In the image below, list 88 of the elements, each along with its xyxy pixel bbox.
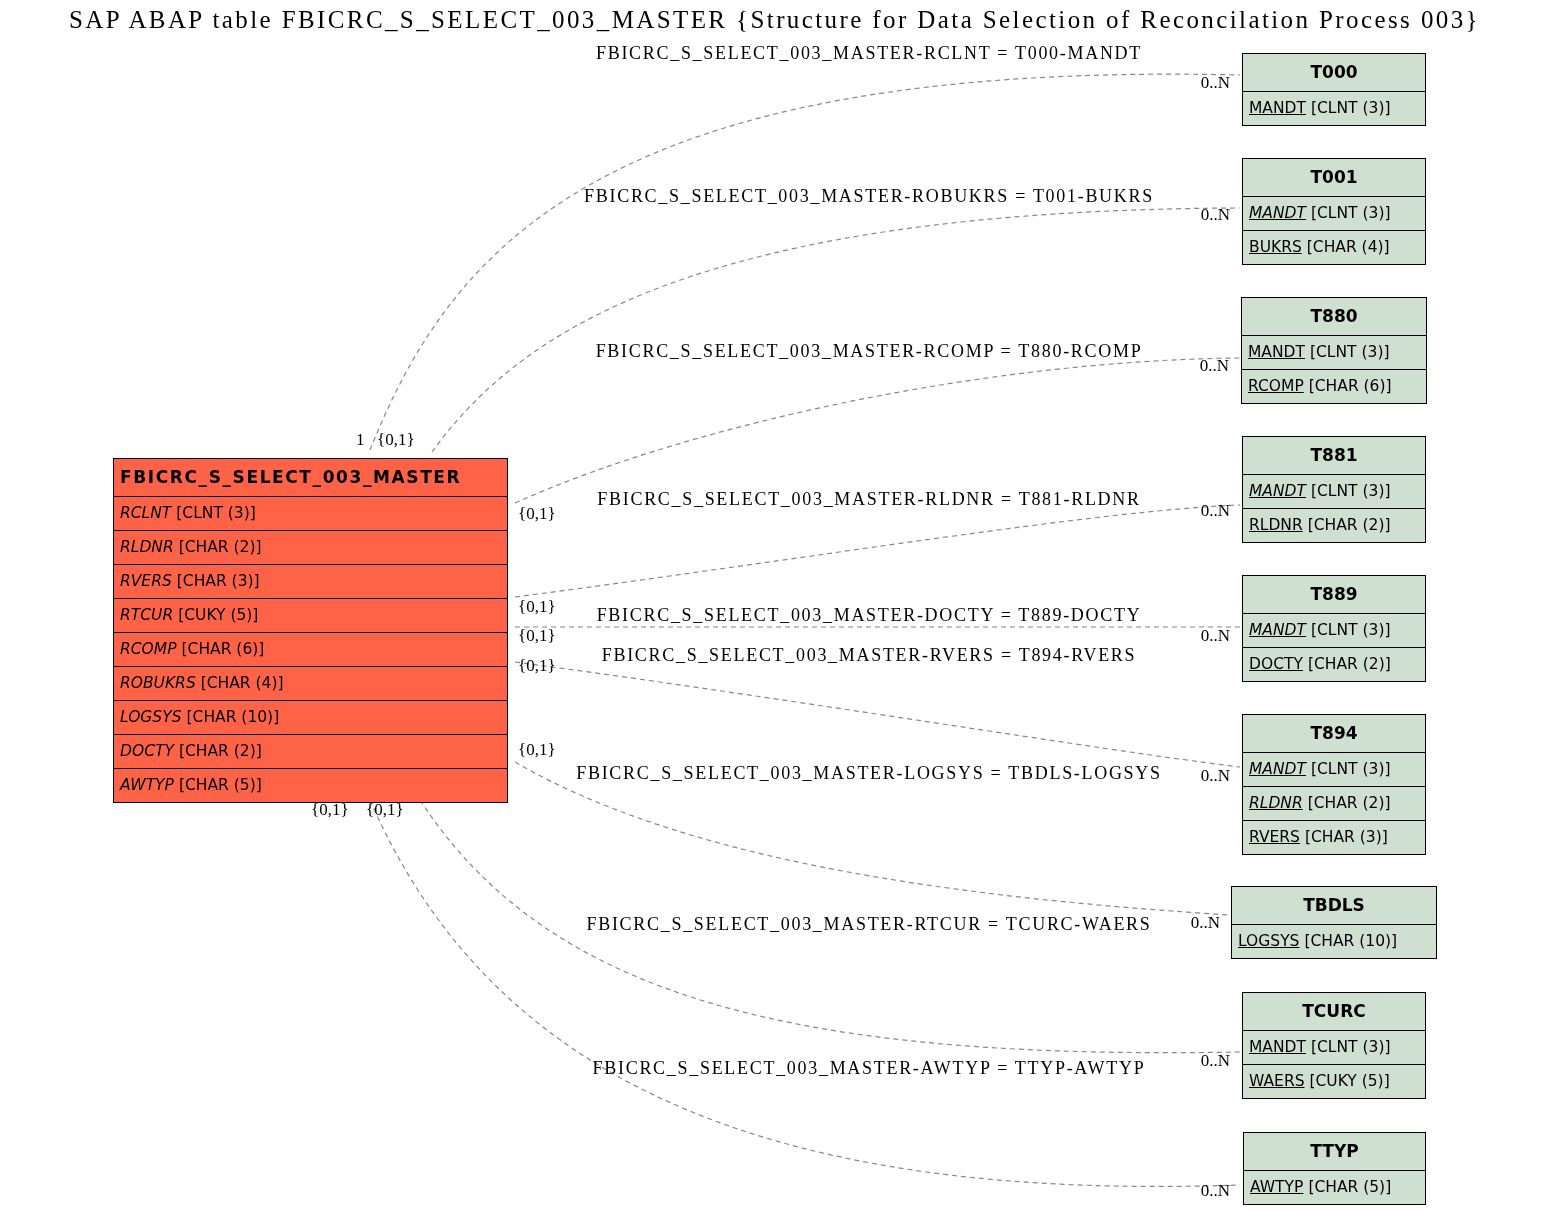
cardinality-label: 0..N xyxy=(1190,913,1220,933)
cardinality-label: {0,1} xyxy=(311,800,349,820)
field-type: [CLNT (3)] xyxy=(1311,98,1391,119)
cardinality-label: {0,1} xyxy=(518,504,556,524)
table-header: T881 xyxy=(1243,437,1425,475)
field-type: [CLNT (3)] xyxy=(176,503,256,524)
table-header: TCURC xyxy=(1243,993,1425,1031)
cardinality-label: {0,1} xyxy=(518,656,556,676)
field-type: [CHAR (5)] xyxy=(1308,1177,1392,1198)
field-type: [CHAR (6)] xyxy=(181,639,265,660)
field-type: [CHAR (4)] xyxy=(1306,237,1390,258)
field-name: RCOMP xyxy=(1248,376,1304,397)
field-name: AWTYP xyxy=(1250,1177,1304,1198)
field-type: [CHAR (5)] xyxy=(178,775,262,796)
cardinality-label: 0..N xyxy=(1200,1181,1230,1201)
field-type: [CLNT (3)] xyxy=(1311,620,1391,641)
field-type: [CHAR (10)] xyxy=(1304,931,1398,952)
field-name: AWTYP xyxy=(120,775,174,796)
field-name: DOCTY xyxy=(120,741,174,762)
field-type: [CHAR (2)] xyxy=(1307,793,1391,814)
field-type: [CHAR (3)] xyxy=(1304,827,1388,848)
field-type: [CHAR (2)] xyxy=(178,741,262,762)
cardinality-label: {0,1} xyxy=(518,740,556,760)
field-name: ROBUKRS xyxy=(120,673,196,694)
cardinality-label: 0..N xyxy=(1200,73,1230,93)
field-name: LOGSYS xyxy=(120,707,182,728)
field-type: [CHAR (6)] xyxy=(1308,376,1392,397)
field-type: [CLNT (3)] xyxy=(1311,203,1391,224)
field-name: MANDT xyxy=(1249,481,1306,502)
field-name: MANDT xyxy=(1248,342,1305,363)
field-type: [CHAR (10)] xyxy=(186,707,280,728)
field-type: [CLNT (3)] xyxy=(1311,481,1391,502)
field-name: RVERS xyxy=(1249,827,1300,848)
field-name: MANDT xyxy=(1249,620,1306,641)
field-type: [CHAR (2)] xyxy=(1307,654,1391,675)
field-type: [CUKY (5)] xyxy=(178,605,259,626)
cardinality-label: 0..N xyxy=(1200,501,1230,521)
field-name: MANDT xyxy=(1249,98,1306,119)
field-name: MANDT xyxy=(1249,1037,1306,1058)
table-header: T894 xyxy=(1243,715,1425,753)
relationship-label: FBICRC_S_SELECT_003_MASTER-RVERS = T894-RVERS xyxy=(601,645,1137,665)
table-header: FBICRC_S_SELECT_003_MASTER xyxy=(114,459,507,497)
field-name: RVERS xyxy=(120,571,172,592)
field-name: RCLNT xyxy=(120,503,172,524)
field-name: WAERS xyxy=(1249,1071,1305,1092)
diagram-title: SAP ABAP table FBICRC_S_SELECT_003_MASTER {Structure for Data Selection of Reconcilation Process 003} xyxy=(68,6,1481,34)
field-name: MANDT xyxy=(1249,759,1306,780)
cardinality-label: 0..N xyxy=(1200,626,1230,646)
field-name: LOGSYS xyxy=(1238,931,1300,952)
cardinality-label: 0..N xyxy=(1200,205,1230,225)
field-name: RLDNR xyxy=(1249,793,1303,814)
relationship-label: FBICRC_S_SELECT_003_MASTER-RLDNR = T881-RLDNR xyxy=(597,489,1141,509)
table-header: T889 xyxy=(1243,576,1425,614)
relationship-label: FBICRC_S_SELECT_003_MASTER-AWTYP = TTYP-AWTYP xyxy=(592,1058,1146,1078)
cardinality-label: 0..N xyxy=(1200,1051,1230,1071)
relationship-label: FBICRC_S_SELECT_003_MASTER-RTCUR = TCURC-WAERS xyxy=(586,914,1152,934)
field-name: RTCUR xyxy=(120,605,174,626)
table-header: TTYP xyxy=(1244,1133,1425,1171)
field-type: [CUKY (5)] xyxy=(1309,1071,1390,1092)
field-name: RCOMP xyxy=(120,639,177,660)
relationship-label: FBICRC_S_SELECT_003_MASTER-LOGSYS = TBDLS-LOGSYS xyxy=(576,763,1162,783)
relationship-label: FBICRC_S_SELECT_003_MASTER-RCLNT = T000-MANDT xyxy=(596,43,1142,63)
table-header: TBDLS xyxy=(1232,887,1436,925)
field-type: [CHAR (3)] xyxy=(176,571,260,592)
relationship-label: FBICRC_S_SELECT_003_MASTER-ROBUKRS = T001-BUKRS xyxy=(584,186,1154,206)
field-type: [CHAR (4)] xyxy=(200,673,284,694)
table-header: T000 xyxy=(1243,54,1425,92)
field-type: [CHAR (2)] xyxy=(178,537,262,558)
relationship-label: FBICRC_S_SELECT_003_MASTER-DOCTY = T889-DOCTY xyxy=(596,605,1142,625)
cardinality-label: 1 xyxy=(356,430,365,450)
field-type: [CHAR (2)] xyxy=(1307,515,1391,536)
cardinality-label: {0,1} xyxy=(366,800,404,820)
cardinality-label: {0,1} xyxy=(518,597,556,617)
field-name: RLDNR xyxy=(1249,515,1303,536)
cardinality-label: 0..N xyxy=(1199,356,1229,376)
field-name: MANDT xyxy=(1249,203,1306,224)
table-header: T001 xyxy=(1243,159,1425,197)
cardinality-label: 0..N xyxy=(1200,766,1230,786)
field-name: RLDNR xyxy=(120,537,174,558)
table-header: T880 xyxy=(1242,298,1426,336)
field-name: BUKRS xyxy=(1249,237,1302,258)
field-type: [CLNT (3)] xyxy=(1311,759,1391,780)
field-type: [CLNT (3)] xyxy=(1311,1037,1391,1058)
field-type: [CLNT (3)] xyxy=(1310,342,1390,363)
cardinality-label: {0,1} xyxy=(377,430,415,450)
cardinality-label: {0,1} xyxy=(518,626,556,646)
relationship-label: FBICRC_S_SELECT_003_MASTER-RCOMP = T880-RCOMP xyxy=(595,341,1143,361)
field-name: DOCTY xyxy=(1249,654,1303,675)
